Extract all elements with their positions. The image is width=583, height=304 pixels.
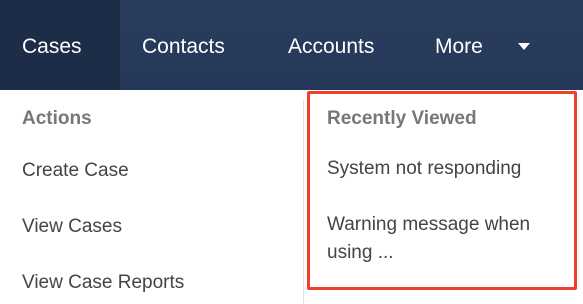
tab-more[interactable]: More: [415, 0, 535, 90]
chevron-down-icon: [518, 43, 530, 50]
recent-item-warning-message[interactable]: Warning message when using ...: [327, 211, 572, 267]
view-case-reports-link[interactable]: View Case Reports: [22, 272, 184, 294]
column-divider: [303, 100, 304, 304]
top-navbar: Cases Contacts Accounts More: [0, 0, 583, 90]
tab-more-label: More: [435, 35, 483, 58]
actions-heading: Actions: [22, 108, 92, 129]
tab-contacts[interactable]: Contacts: [120, 0, 265, 90]
view-cases-link[interactable]: View Cases: [22, 216, 122, 238]
tab-cases[interactable]: Cases: [0, 0, 120, 90]
tab-contacts-label: Contacts: [142, 35, 225, 58]
recent-item-system-not-responding[interactable]: System not responding: [327, 155, 521, 183]
tab-accounts-label: Accounts: [288, 35, 375, 58]
tab-accounts[interactable]: Accounts: [265, 0, 415, 90]
tab-cases-label: Cases: [22, 35, 82, 58]
create-case-link[interactable]: Create Case: [22, 160, 129, 182]
recently-viewed-heading: Recently Viewed: [327, 108, 477, 129]
